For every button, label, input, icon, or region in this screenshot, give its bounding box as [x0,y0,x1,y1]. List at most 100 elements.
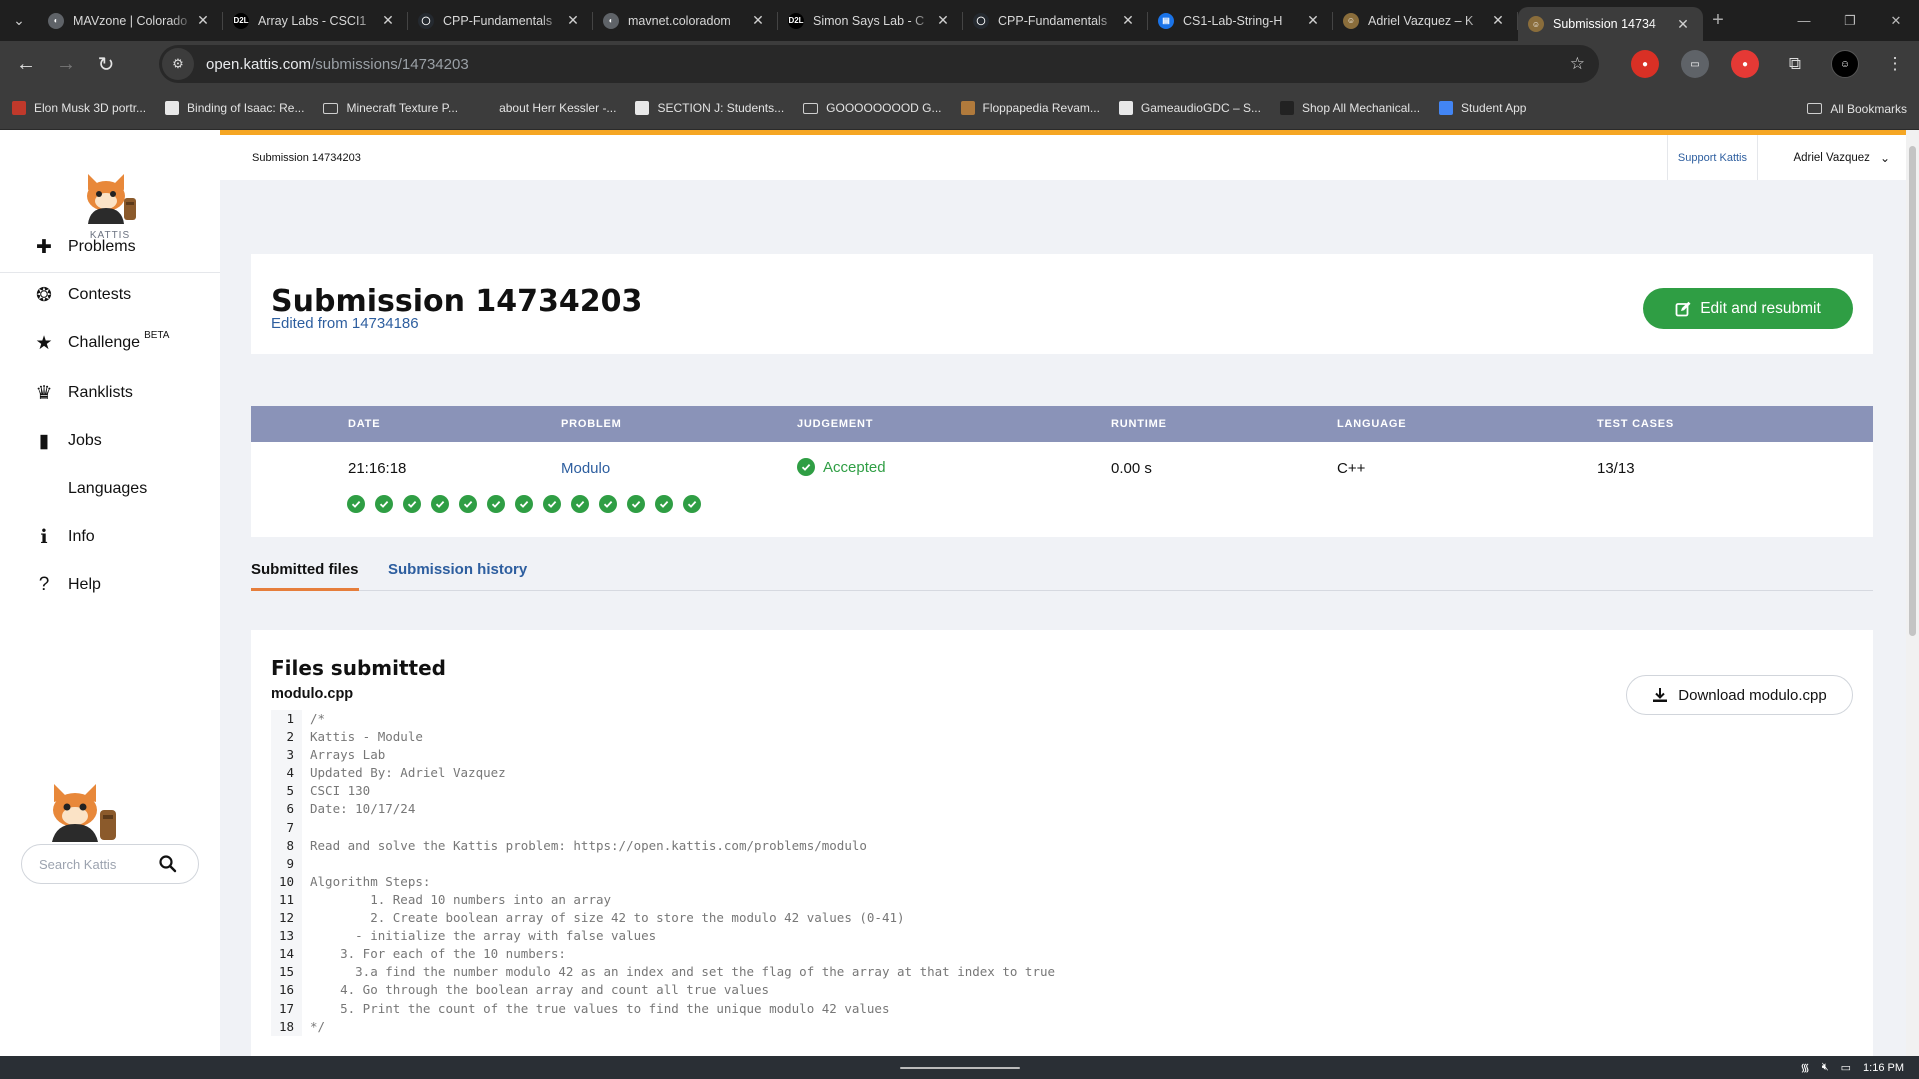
col-judgement: JUDGEMENT [797,418,874,430]
bookmark-item[interactable]: Student App [1439,101,1526,115]
reload-icon[interactable]: ↻ [86,44,126,84]
tab-close-icon[interactable]: ✕ [935,12,951,29]
test-case-passed-icon[interactable] [515,495,533,513]
minimize-icon[interactable]: — [1781,13,1827,28]
search-icon[interactable] [158,854,178,874]
address-bar[interactable]: ⚙ open.kattis.com/submissions/14734203 ☆ [159,45,1599,83]
sidebar-item-languages[interactable]: Languages [32,474,147,504]
browser-tab[interactable]: ☺ Adriel Vazquez – K ✕ [1333,0,1518,41]
edit-and-resubmit-button[interactable]: Edit and resubmit [1643,288,1853,329]
site-info-icon[interactable]: ⚙ [162,48,194,80]
code-line: 3 Arrays Lab [271,746,1853,765]
cell-problem-link[interactable]: Modulo [561,460,610,477]
sidebar-item-problems[interactable]: ✚ Problems [32,232,136,262]
test-case-passed-icon[interactable] [543,495,561,513]
sidebar-item-contests[interactable]: ❂ Contests [32,280,131,310]
tab-close-icon[interactable]: ✕ [1675,16,1691,33]
sidebar-item-jobs[interactable]: ▮ Jobs [32,426,102,456]
volume-muted-icon[interactable]: 🔇︎ [1822,1061,1829,1074]
tab-close-icon[interactable]: ✕ [565,12,581,29]
bookmark-item[interactable]: Binding of Isaac: Re... [165,101,304,115]
support-kattis-link[interactable]: Support Kattis [1666,135,1758,180]
bookmark-favicon-icon [1118,101,1133,115]
page-scrollbar[interactable] [1906,130,1919,1056]
bookmark-item[interactable]: GameaudioGDC – S... [1118,101,1261,115]
restore-icon[interactable]: ❐ [1827,13,1873,29]
bookmark-star-icon[interactable]: ☆ [1570,54,1585,74]
new-tab-button[interactable]: + [1703,9,1733,32]
kattis-logo[interactable] [80,170,140,224]
sidebar-item-ranklists[interactable]: ♛ Ranklists [32,378,132,408]
extension-record-icon[interactable]: ● [1731,50,1759,78]
code-text: 2. Create boolean array of size 42 to st… [310,910,905,926]
line-number: 5 [271,782,302,801]
forward-icon[interactable]: → [46,44,86,84]
bookmark-item[interactable]: Elon Musk 3D portr... [12,101,146,115]
browser-tab[interactable]: ☺ Submission 14734 ✕ [1518,7,1703,41]
bookmark-item[interactable]: Floppapedia Revam... [960,101,1100,115]
all-bookmarks[interactable]: All Bookmarks [1807,87,1907,130]
bookmark-item[interactable]: about Herr Kessler -... [477,101,616,115]
tab-search-chevron-icon[interactable]: ⌄ [0,0,38,41]
user-name: Adriel Vazquez [1793,151,1870,164]
tab-close-icon[interactable]: ✕ [750,12,766,29]
tab-close-icon[interactable]: ✕ [1120,12,1136,29]
extension-red-icon[interactable]: ● [1631,50,1659,78]
battery-icon[interactable]: ▭ [1841,1061,1851,1074]
test-case-passed-icon[interactable] [683,495,701,513]
browser-tab[interactable]: ◐ mavnet.coloradom ✕ [593,0,778,41]
bookmark-item[interactable]: SECTION J: Students... [635,101,784,115]
profile-avatar[interactable]: ☺ [1831,50,1859,78]
tab-close-icon[interactable]: ✕ [1305,12,1321,29]
tab-close-icon[interactable]: ✕ [1490,12,1506,29]
wifi-icon[interactable]: ᯾ [1800,1060,1809,1075]
test-case-results [347,495,701,513]
code-viewer[interactable]: 1 /* 2 Kattis - Module 3 Arrays Lab 4 Updated B… [271,710,1853,1036]
sidebar-item-help[interactable]: ? Help [32,570,101,600]
test-case-passed-icon[interactable] [571,495,589,513]
test-case-passed-icon[interactable] [403,495,421,513]
test-case-passed-icon[interactable] [375,495,393,513]
test-case-passed-icon[interactable] [655,495,673,513]
bookmark-item[interactable]: Shop All Mechanical... [1279,101,1420,115]
browser-tab[interactable]: ▤ CS1-Lab-String-H ✕ [1148,0,1333,41]
test-case-passed-icon[interactable] [347,495,365,513]
browser-tab[interactable]: ◐ MAVzone | Colorado ✕ [38,0,223,41]
browser-menu-icon[interactable]: ⋮ [1881,50,1909,78]
test-case-passed-icon[interactable] [487,495,505,513]
bookmark-item[interactable]: GOOOOOOOOD G... [803,101,942,115]
browser-tab[interactable]: ◯ CPP-Fundamentals ✕ [963,0,1148,41]
sidebar-item-info[interactable]: i Info [32,522,94,552]
cell-runtime: 0.00 s [1111,460,1152,477]
test-case-passed-icon[interactable] [459,495,477,513]
sidebar-item-challenge[interactable]: ★ Challenge BETA [32,328,169,358]
taskbar-handle[interactable] [900,1067,1020,1069]
code-line: 11 1. Read 10 numbers into an array [271,890,1853,910]
bookmark-favicon-icon [12,101,26,115]
bookmark-item[interactable]: Minecraft Texture P... [323,101,458,115]
extension-cast-icon[interactable]: ▭ [1681,50,1709,78]
search-input[interactable]: Search Kattis [21,844,199,884]
browser-tab[interactable]: D2L Simon Says Lab - C ✕ [778,0,963,41]
browser-tab[interactable]: D2L Array Labs - CSCI1 ✕ [223,0,408,41]
test-case-passed-icon[interactable] [599,495,617,513]
tab-submitted-files[interactable]: Submitted files [251,561,359,591]
test-case-passed-icon[interactable] [431,495,449,513]
bookmark-favicon-icon [635,101,650,115]
col-language: LANGUAGE [1337,418,1407,430]
close-window-icon[interactable]: ✕ [1873,13,1919,29]
edited-from-link[interactable]: Edited from 14734186 [271,315,419,332]
browser-tab[interactable]: ◯ CPP-Fundamentals ✕ [408,0,593,41]
test-case-passed-icon[interactable] [627,495,645,513]
clock[interactable]: 1:16 PM [1863,1062,1904,1074]
back-icon[interactable]: ← [6,44,46,84]
download-file-button[interactable]: Download modulo.cpp [1626,675,1853,715]
scrollbar-thumb[interactable] [1909,146,1916,636]
tab-close-icon[interactable]: ✕ [195,12,211,29]
puzzle-icon: ✚ [36,236,52,258]
user-menu[interactable]: Adriel Vazquez ⌄ [1793,135,1890,180]
tab-title: mavnet.coloradom [628,13,731,28]
tab-submission-history[interactable]: Submission history [388,561,527,591]
extensions-puzzle-icon[interactable]: ⧉ [1781,50,1809,78]
tab-close-icon[interactable]: ✕ [380,12,396,29]
